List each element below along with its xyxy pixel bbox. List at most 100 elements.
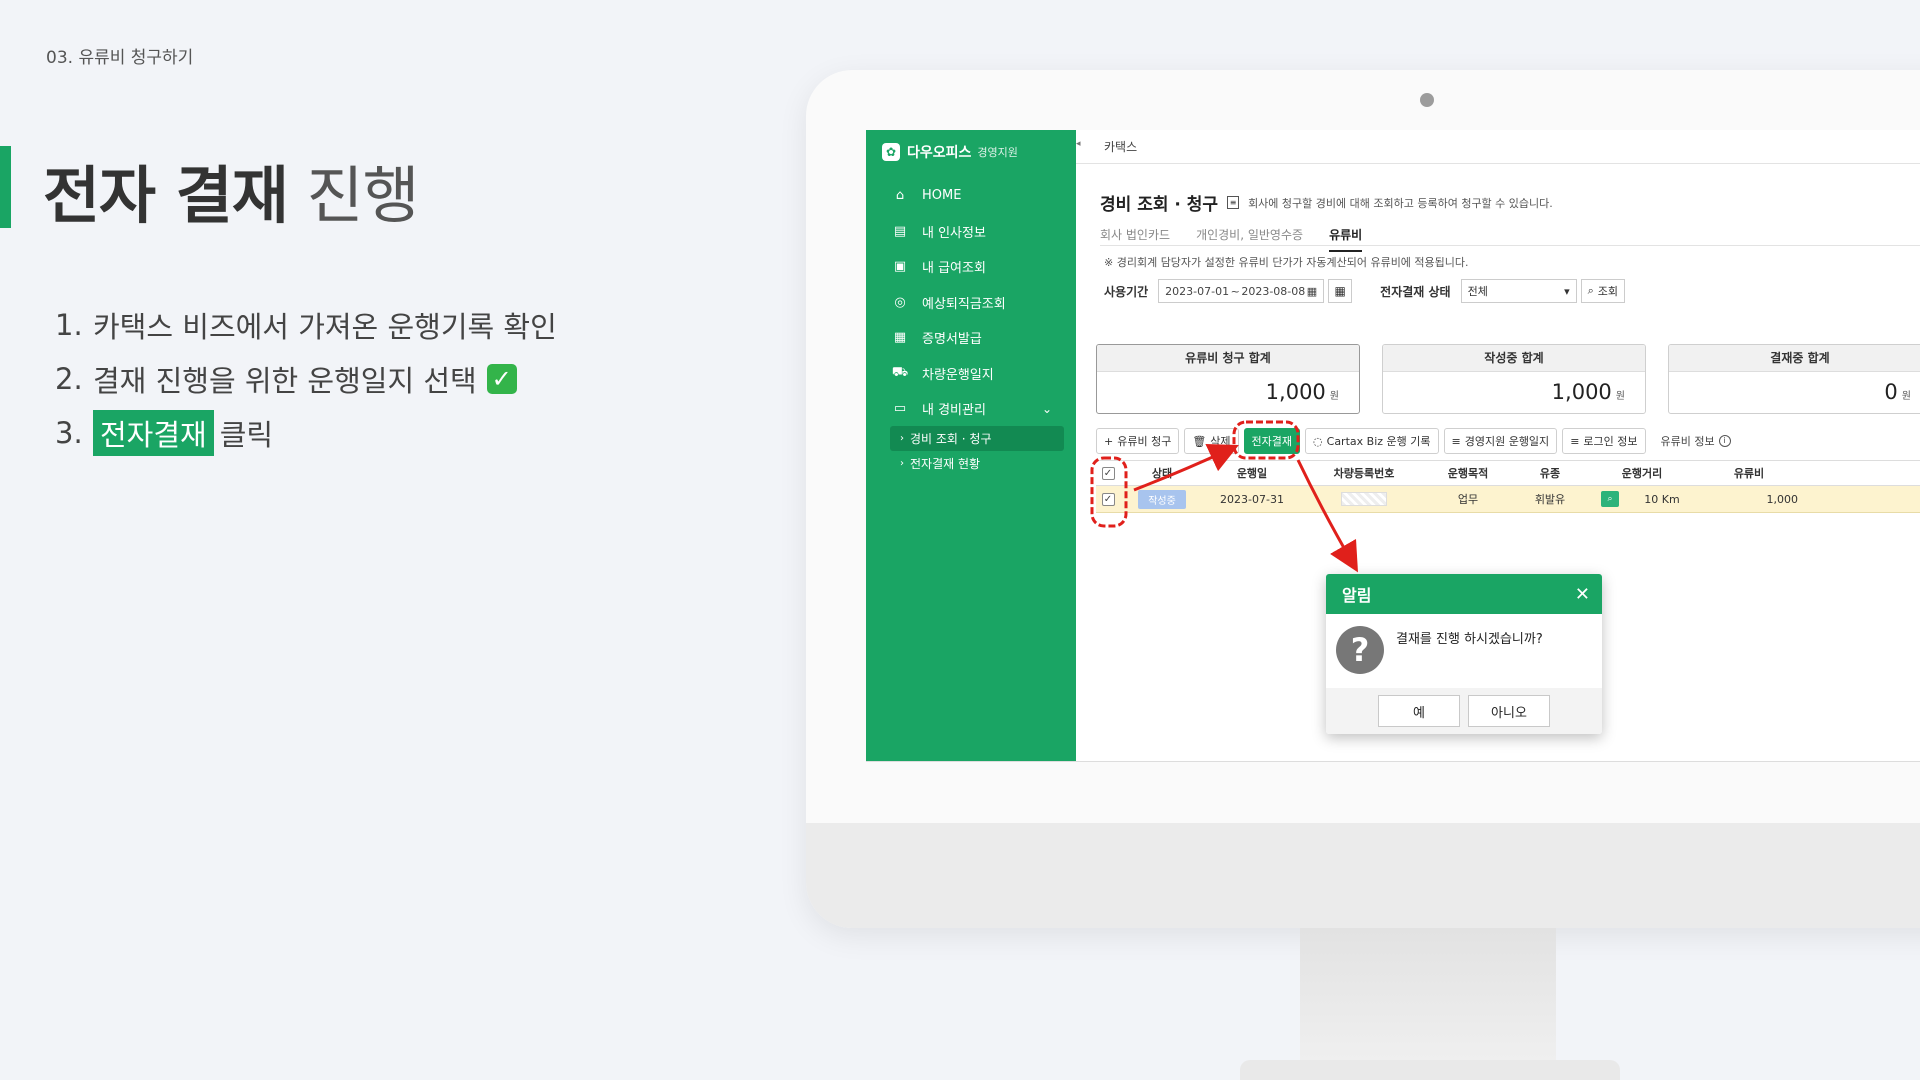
question-icon: ? xyxy=(1336,626,1384,674)
card-value: 1,000 원 xyxy=(1097,372,1359,404)
tab-divider xyxy=(1100,245,1920,246)
source-cell: ⌕ xyxy=(1590,486,1630,512)
masked-plate-number xyxy=(1341,492,1387,506)
summary-card-approval-total: 결재중 합계 0원 xyxy=(1668,344,1920,414)
date-from: 2023-07-01 xyxy=(1165,284,1230,298)
sidebar-item-label: 내 경비관리 xyxy=(922,403,986,419)
car-icon: ⛟ xyxy=(891,364,909,380)
tab-fuel[interactable]: 유류비 xyxy=(1329,218,1363,252)
title-bold: 전자 결재 xyxy=(43,159,289,232)
no-button[interactable]: 아니오 xyxy=(1468,695,1550,727)
notice-text: ※ 경리회계 담당자가 설정한 유류비 단가가 자동계산되어 유류비에 적용됩니… xyxy=(1104,256,1469,269)
sidebar-item-label: 내 급여조회 xyxy=(922,261,986,277)
submenu-item-label: 전자결재 현황 xyxy=(910,457,981,471)
step-item: 3. 전자결재 클릭 xyxy=(55,406,557,460)
purpose-cell: 업무 xyxy=(1457,493,1479,506)
e-approval-button[interactable]: 전자결재 xyxy=(1243,428,1301,454)
calendar-button[interactable]: ▦ xyxy=(1328,279,1353,303)
slide-breadcrumb: 03. 유류비 청구하기 xyxy=(46,48,194,68)
column-header[interactable]: 유종 xyxy=(1510,461,1590,485)
caret-down-icon: ▾ xyxy=(1564,284,1570,298)
fuel-claim-button[interactable]: + 유류비 청구 xyxy=(1096,428,1180,454)
list-edit-icon: ≡ xyxy=(1451,434,1461,448)
sidebar-item-label: HOME xyxy=(922,188,962,204)
cartax-biz-icon: ⌕ xyxy=(1601,491,1619,507)
row-checkbox[interactable]: ✓ xyxy=(1101,492,1115,506)
button-label: 로그인 정보 xyxy=(1583,435,1638,448)
summary-card-claim-total: 유류비 청구 합계 1,000 원 xyxy=(1096,344,1360,414)
info-icon: i xyxy=(1718,435,1731,447)
sidebar-item-label: 예상퇴직금조회 xyxy=(922,296,1006,312)
step-item: 1. 카택스 비즈에서 가져온 운행기록 확인 xyxy=(55,298,557,352)
step-text: 결재 진행을 위한 운행일지 선택 xyxy=(93,364,477,398)
button-label: 전자결재 xyxy=(1251,435,1293,448)
search-button-label: 조회 xyxy=(1597,285,1619,298)
sidebar-item-home[interactable]: ⌂ HOME xyxy=(866,178,1076,214)
date-separator: ~ xyxy=(1230,284,1240,298)
date-range-input[interactable]: 2023-07-01 ~ 2023-08-08 ▦ xyxy=(1158,279,1325,303)
status-select[interactable]: 전체 ▾ xyxy=(1460,279,1577,303)
home-icon: ⌂ xyxy=(895,188,905,204)
date-cell: 2023-07-31 xyxy=(1220,492,1284,506)
column-header[interactable]: 운행거리 xyxy=(1590,461,1694,485)
sidebar-menu: ⌂ HOME ▤ 내 인사정보 ▣ 내 급여조회 ◎ 예상퇴직금조회 ▦ 증명서발급 ⛟ 차… xyxy=(866,178,1076,427)
fuel-info-label: 유류비 정보 xyxy=(1660,435,1715,448)
login-info-button[interactable]: ≡ 로그인 정보 xyxy=(1562,428,1646,454)
webcam-icon xyxy=(1420,93,1434,107)
dialog-title: 알림 xyxy=(1342,586,1372,605)
sidebar-item-salary[interactable]: ▣ 내 급여조회 xyxy=(866,249,1076,285)
submenu-item-expense-claim[interactable]: › 경비 조회 · 청구 xyxy=(890,426,1064,451)
period-label: 사용기간 xyxy=(1104,284,1149,299)
search-button[interactable]: ⌕ 조회 xyxy=(1580,279,1626,303)
brand-sub: 경영지원 xyxy=(977,146,1018,159)
column-header[interactable]: 상태 xyxy=(1122,461,1202,485)
search-money-icon: ◎ xyxy=(894,294,906,310)
close-icon[interactable]: ✕ xyxy=(1575,584,1590,605)
column-header[interactable]: 유류비 xyxy=(1694,461,1804,485)
column-header[interactable]: 차량등록번호 xyxy=(1302,461,1426,485)
column-header[interactable]: 운행일 xyxy=(1202,461,1302,485)
sidebar-item-certificate[interactable]: ▦ 증명서발급 xyxy=(866,320,1076,356)
table-row[interactable]: ✓ 작성중 2023-07-31 업무 휘발유 ⌕ 10 Km 1,000 xyxy=(1096,486,1920,513)
submenu-item-approval-status[interactable]: › 전자결재 현황 xyxy=(890,451,1064,476)
sidebar-item-severance[interactable]: ◎ 예상퇴직금조회 xyxy=(866,285,1076,321)
grid-toolbar: + 유류비 청구 🗑 삭제 전자결재 ◌ Cartax Biz 운행 기록 ≡ 경영지원… xyxy=(1096,428,1731,454)
delete-button[interactable]: 🗑 삭제 xyxy=(1184,428,1239,454)
calendar-icon[interactable]: ▦ xyxy=(1307,285,1317,298)
sidebar-item-label: 차량운행일지 xyxy=(922,367,994,383)
summary-cards: 유류비 청구 합계 1,000 원 작성중 합계 1,000 원 결재중 합계 0원 xyxy=(1096,344,1920,414)
step-number: 3. xyxy=(55,416,83,450)
sidebar-item-expense[interactable]: ▭ 내 경비관리 ⌄ xyxy=(866,391,1076,427)
card-unit: 원 xyxy=(1615,391,1625,402)
title-light: 진행 xyxy=(306,159,419,232)
card-unit: 원 xyxy=(1901,391,1911,402)
top-bar: ◂ 카택스 xyxy=(1076,130,1920,164)
brand-logo-icon: ✿ xyxy=(882,143,900,161)
sidebar-item-label: 내 인사정보 xyxy=(922,225,986,241)
sidebar: ✿ 다우오피스 경영지원 ⌂ HOME ▤ 내 인사정보 ▣ 내 급여조회 ◎ 예상퇴직… xyxy=(866,130,1076,761)
brand[interactable]: ✿ 다우오피스 경영지원 xyxy=(882,142,1018,162)
fuel-info[interactable]: 유류비 정보 i xyxy=(1661,433,1731,449)
cartax-record-button[interactable]: ◌ Cartax Biz 운행 기록 xyxy=(1305,428,1439,454)
card-unit: 원 xyxy=(1329,391,1339,402)
tab-corporate-card[interactable]: 회사 법인카드 xyxy=(1100,218,1170,252)
card-value: 1,000 원 xyxy=(1383,372,1645,404)
filter-bar: 사용기간 2023-07-01 ~ 2023-08-08 ▦ ▦ 전자결재 상태… xyxy=(1104,279,1626,303)
column-header[interactable]: 운행목적 xyxy=(1426,461,1510,485)
tab-personal-expense[interactable]: 개인경비, 일반영수증 xyxy=(1196,218,1303,252)
card-title: 작성중 합계 xyxy=(1383,345,1645,372)
collapse-sidebar-icon[interactable]: ◂ xyxy=(1076,139,1085,149)
document-icon[interactable]: ≡ xyxy=(1227,196,1240,209)
step-number: 1. xyxy=(55,308,83,342)
plus-icon: + xyxy=(1104,434,1114,448)
vehicle-log-button[interactable]: ≡ 경영지원 운행일지 xyxy=(1443,428,1558,454)
select-all-checkbox[interactable]: ✓ xyxy=(1101,466,1115,480)
sidebar-item-hr-info[interactable]: ▤ 내 인사정보 xyxy=(866,214,1076,250)
dialog-footer: 예 아니오 xyxy=(1326,688,1602,734)
step-text: 카택스 비즈에서 가져온 운행기록 확인 xyxy=(93,310,557,344)
dialog-body: ? 결재를 진행 하시겠습니까? xyxy=(1326,614,1602,688)
sidebar-item-vehicle-log[interactable]: ⛟ 차량운행일지 xyxy=(866,356,1076,392)
yes-button[interactable]: 예 xyxy=(1378,695,1460,727)
button-label: 유류비 청구 xyxy=(1117,435,1172,448)
trash-icon: 🗑 xyxy=(1192,434,1207,448)
